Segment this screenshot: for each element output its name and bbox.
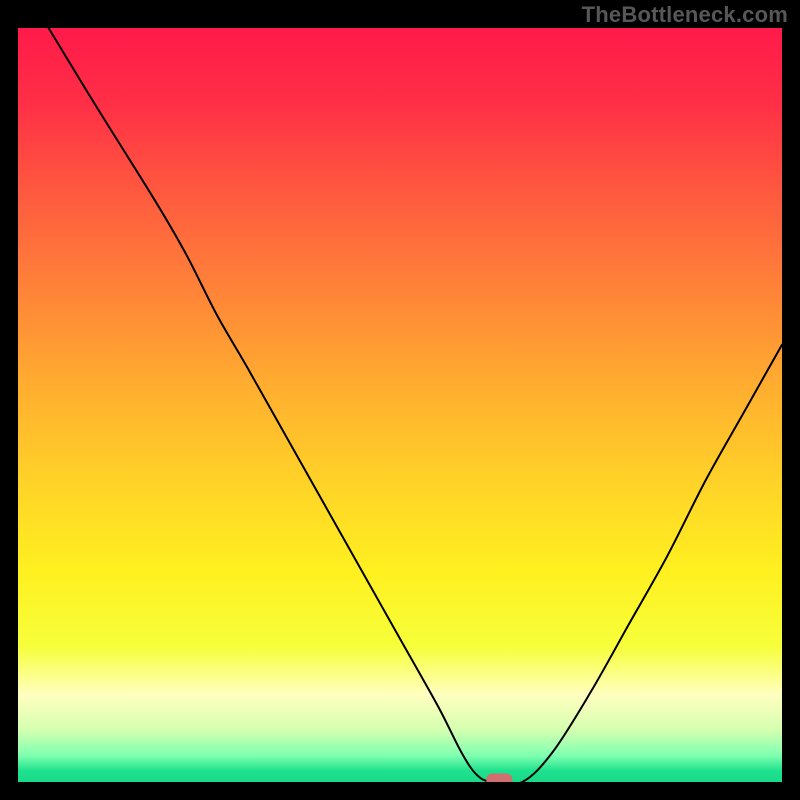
watermark-text: TheBottleneck.com [582, 2, 788, 28]
chart-frame: TheBottleneck.com [0, 0, 800, 800]
optimal-marker [486, 774, 512, 783]
gradient-plot [18, 28, 782, 782]
gradient-background [18, 28, 782, 782]
plot-area [18, 28, 782, 782]
